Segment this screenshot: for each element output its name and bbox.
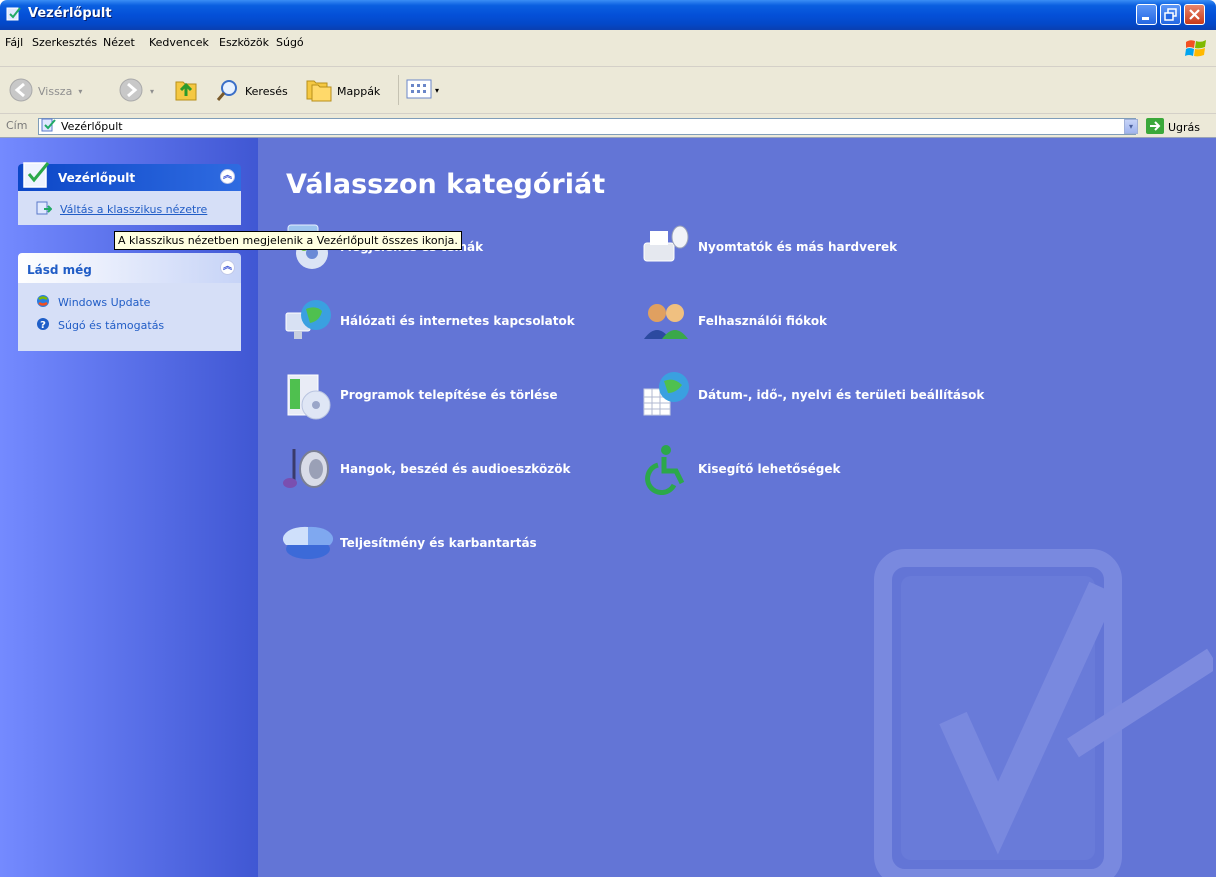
category-accessibility[interactable]: Kisegítő lehetőségek <box>640 443 840 495</box>
network-icon <box>282 295 334 347</box>
category-label: Teljesítmény és karbantartás <box>340 536 537 550</box>
category-programs[interactable]: Programok telepítése és törlése <box>282 369 558 421</box>
window-title: Vezérlőpult <box>28 6 112 21</box>
control-panel-panel-title: Vezérlőpult <box>58 171 136 185</box>
collapse-chevron-icon[interactable]: ︽ <box>220 169 235 184</box>
help-icon: ? <box>36 317 50 334</box>
title-bar: Vezérlőpult <box>0 0 1216 30</box>
help-support-link[interactable]: ? Súgó és támogatás <box>18 314 241 337</box>
go-label: Ugrás <box>1168 121 1201 134</box>
views-button[interactable]: ▾ <box>398 75 439 105</box>
menu-view[interactable]: Nézet <box>103 36 135 49</box>
toolbar: Vissza ▾ ▾ Keresés Mappák ▾ <box>0 67 1216 114</box>
back-arrow-icon <box>8 77 34 106</box>
control-panel-panel-header[interactable]: Vezérlőpult ︽ <box>18 162 241 191</box>
folders-label: Mappák <box>337 85 381 98</box>
category-network[interactable]: Hálózati és internetes kapcsolatok <box>282 295 575 347</box>
windows-update-link[interactable]: Windows Update <box>18 291 241 314</box>
accessibility-icon <box>640 443 692 495</box>
category-label: Dátum-, idő-, nyelvi és területi beállít… <box>698 388 985 402</box>
back-label: Vissza <box>38 85 73 98</box>
performance-icon <box>282 517 334 569</box>
users-icon <box>640 295 692 347</box>
forward-button[interactable]: ▾ <box>118 77 154 106</box>
back-button[interactable]: Vissza ▾ <box>8 77 82 106</box>
category-label: Programok telepítése és törlése <box>340 388 558 402</box>
see-also-panel: Lásd még ︽ Windows Update ? Súgó és támo… <box>18 253 241 351</box>
menu-tools[interactable]: Eszközök <box>219 36 269 49</box>
collapse-chevron-icon[interactable]: ︽ <box>220 260 235 275</box>
sound-icon <box>282 443 334 495</box>
see-also-panel-title: Lásd még <box>27 263 92 277</box>
address-bar: Cím Vezérlőpult ▾ Ugrás <box>0 114 1216 138</box>
control-panel-icon <box>6 6 22 25</box>
menu-favorites[interactable]: Kedvencek <box>149 36 209 49</box>
printer-icon <box>640 221 692 273</box>
date-globe-icon <box>640 369 692 421</box>
windows-logo-icon <box>1184 38 1208 61</box>
category-sound[interactable]: Hangok, beszéd és audioeszközök <box>282 443 570 495</box>
close-button[interactable] <box>1184 4 1205 25</box>
search-label: Keresés <box>245 85 288 98</box>
category-printers[interactable]: Nyomtatók és más hardverek <box>640 221 897 273</box>
control-panel-task-panel: Vezérlőpult ︽ Váltás a klasszikus nézetr… <box>18 162 241 225</box>
up-folder-icon <box>172 76 200 107</box>
go-button[interactable]: Ugrás <box>1146 118 1200 137</box>
windows-update-label: Windows Update <box>58 296 151 309</box>
views-icon <box>405 77 433 104</box>
menu-help[interactable]: Súgó <box>276 36 304 49</box>
category-label: Hangok, beszéd és audioeszközök <box>340 462 571 476</box>
control-panel-small-icon <box>41 118 57 135</box>
help-support-label: Súgó és támogatás <box>58 319 165 332</box>
control-panel-watermark-icon <box>873 528 1216 877</box>
menu-bar: Fájl Szerkesztés Nézet Kedvencek Eszközö… <box>0 30 1216 67</box>
tooltip: A klasszikus nézetben megjelenik a Vezér… <box>114 231 462 250</box>
see-also-panel-header[interactable]: Lásd még ︽ <box>18 253 241 283</box>
folders-icon <box>305 77 333 106</box>
restore-button[interactable] <box>1160 4 1181 25</box>
programs-icon <box>282 369 334 421</box>
category-label: Felhasználói fiókok <box>698 314 828 328</box>
back-dropdown-icon[interactable]: ▾ <box>78 87 82 96</box>
up-folder-button[interactable] <box>172 76 200 107</box>
switch-view-icon <box>36 200 53 219</box>
switch-classic-view-link[interactable]: Váltás a klasszikus nézetre <box>18 197 241 222</box>
search-button[interactable]: Keresés <box>215 77 288 106</box>
category-performance[interactable]: Teljesítmény és karbantartás <box>282 517 537 569</box>
svg-text:?: ? <box>40 320 46 331</box>
category-users[interactable]: Felhasználói fiókok <box>640 295 827 347</box>
address-label: Cím <box>6 119 28 132</box>
windows-update-icon <box>36 294 50 311</box>
address-input[interactable]: Vezérlőpult <box>38 118 1136 135</box>
address-value: Vezérlőpult <box>61 120 123 133</box>
switch-classic-view-label: Váltás a klasszikus nézetre <box>60 203 208 216</box>
go-arrow-icon <box>1146 118 1164 137</box>
page-heading: Válasszon kategóriát <box>286 169 606 200</box>
minimize-button[interactable] <box>1136 4 1157 25</box>
menu-edit[interactable]: Szerkesztés <box>32 36 97 49</box>
views-dropdown-icon[interactable]: ▾ <box>435 86 439 95</box>
search-icon <box>215 77 241 106</box>
category-label: Hálózati és internetes kapcsolatok <box>340 314 575 328</box>
folders-button[interactable]: Mappák <box>305 77 380 106</box>
address-dropdown-button[interactable]: ▾ <box>1124 119 1138 134</box>
control-panel-large-icon <box>22 159 52 192</box>
menu-file[interactable]: Fájl <box>5 36 23 49</box>
category-label: Kisegítő lehetőségek <box>698 462 841 476</box>
category-date-region[interactable]: Dátum-, idő-, nyelvi és területi beállít… <box>640 369 984 421</box>
category-label: Nyomtatók és más hardverek <box>698 240 898 254</box>
forward-arrow-icon <box>118 77 144 106</box>
forward-dropdown-icon[interactable]: ▾ <box>150 87 154 96</box>
